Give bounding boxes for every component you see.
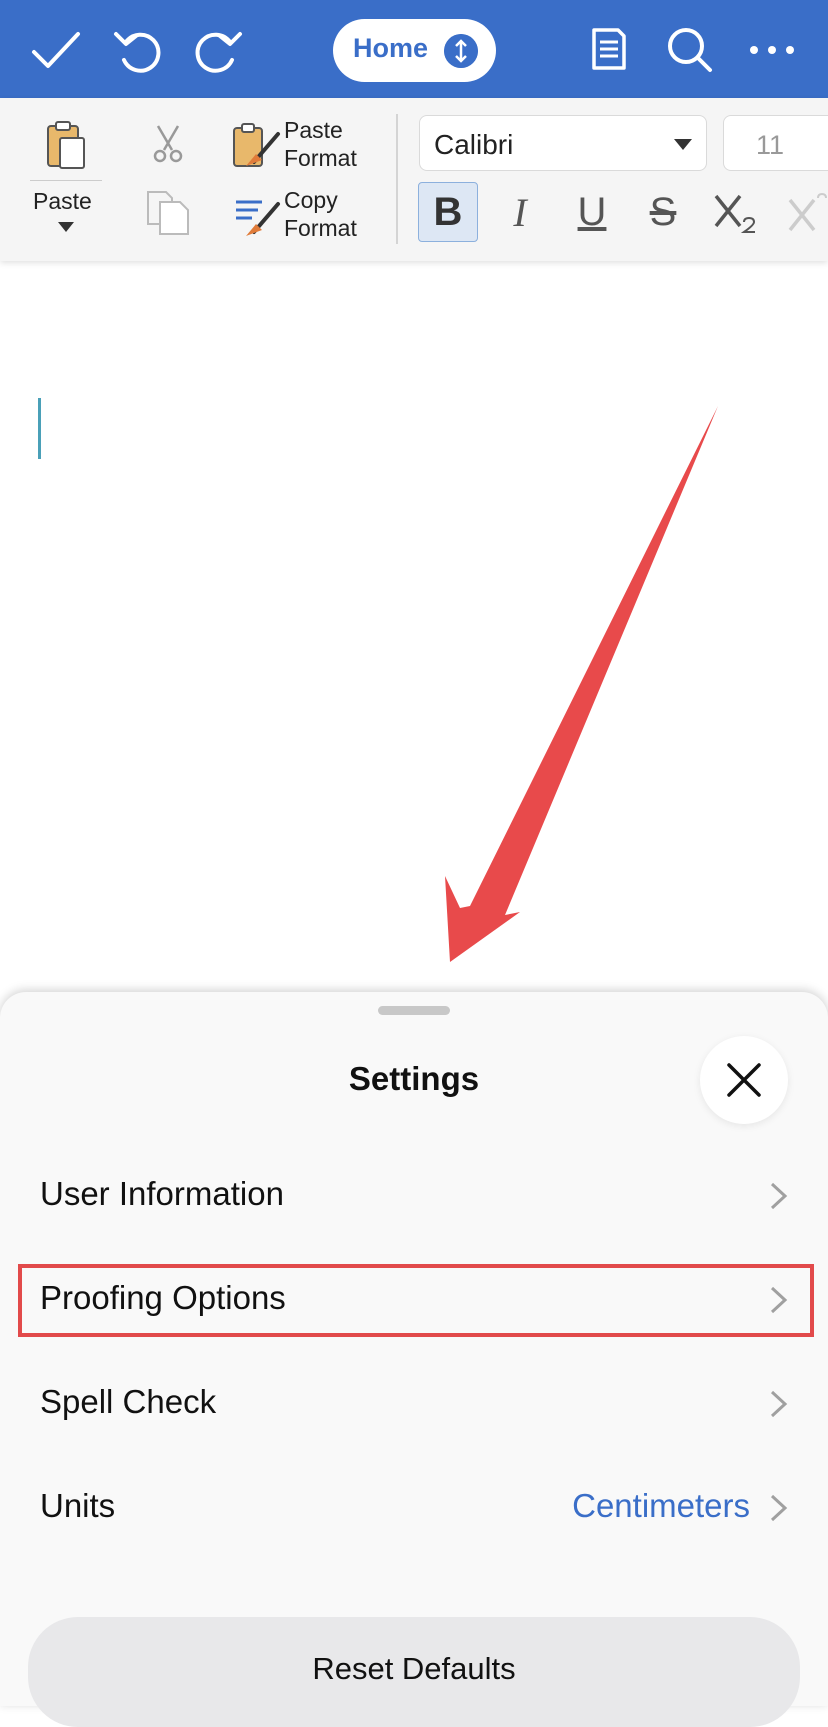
document-view-icon[interactable]	[580, 22, 636, 78]
search-icon[interactable]	[662, 22, 718, 78]
close-button[interactable]	[700, 1036, 788, 1124]
strikethrough-button[interactable]: S	[633, 182, 693, 242]
paste-icon[interactable]	[44, 120, 88, 172]
undo-icon[interactable]	[110, 22, 166, 78]
paste-label[interactable]: Paste	[33, 188, 92, 215]
top-toolbar: Home	[0, 0, 828, 98]
cut-icon[interactable]	[150, 124, 186, 164]
font-name-dropdown[interactable]: Calibri	[419, 115, 707, 171]
underline-glyph: U	[577, 189, 607, 234]
font-name-value: Calibri	[434, 129, 514, 160]
row-label: Spell Check	[40, 1383, 217, 1420]
home-tab-label: Home	[353, 33, 429, 63]
chevron-down-icon	[674, 139, 692, 150]
strikethrough-glyph: S	[649, 189, 677, 234]
copy-icon[interactable]	[144, 190, 192, 236]
paste-format-label[interactable]: Paste Format	[284, 116, 357, 172]
home-tab-selector[interactable]: Home	[333, 19, 496, 82]
underline-button[interactable]: U	[562, 182, 622, 242]
bold-button[interactable]: B	[418, 182, 478, 242]
home-ribbon: Paste Paste Format Copy Format Calibri 1…	[0, 98, 828, 261]
bold-glyph: B	[433, 189, 463, 234]
copy-format-label[interactable]: Copy Format	[284, 186, 357, 242]
sheet-grabber[interactable]	[378, 1006, 450, 1015]
close-icon	[727, 1063, 761, 1097]
paste-format-icon[interactable]	[232, 122, 282, 170]
chevron-right-icon	[770, 1182, 788, 1210]
font-size-field[interactable]: 11	[723, 115, 828, 171]
copy-format-icon[interactable]	[232, 194, 282, 238]
font-size-value: 11	[756, 130, 785, 160]
settings-row-spell-check[interactable]: Spell Check	[0, 1355, 828, 1451]
reset-defaults-label: Reset Defaults	[312, 1651, 516, 1686]
chevron-right-icon	[770, 1494, 788, 1522]
reset-defaults-button[interactable]: Reset Defaults	[28, 1617, 800, 1727]
paste-separator	[30, 180, 102, 181]
italic-glyph: I	[513, 189, 527, 235]
checkmark-icon[interactable]	[28, 22, 84, 78]
annotation-highlight-box	[18, 1264, 814, 1337]
settings-row-units[interactable]: Units Centimeters	[0, 1459, 828, 1555]
units-value: Centimeters	[572, 1487, 750, 1524]
ribbon-divider	[396, 114, 398, 244]
swap-vertical-icon	[444, 34, 478, 68]
row-label: User Information	[40, 1175, 284, 1212]
settings-sheet: Settings User Information Proofing Optio…	[0, 992, 828, 1706]
more-options-icon[interactable]	[744, 22, 800, 78]
paste-dropdown-icon[interactable]	[58, 222, 74, 232]
subscript-icon[interactable]	[712, 190, 758, 236]
italic-button[interactable]: I	[490, 182, 550, 242]
redo-icon[interactable]	[190, 22, 246, 78]
chevron-right-icon	[770, 1390, 788, 1418]
row-label: Units	[40, 1487, 116, 1524]
text-cursor	[38, 398, 41, 459]
settings-row-user-information[interactable]: User Information	[0, 1147, 828, 1243]
superscript-icon[interactable]	[786, 190, 828, 236]
